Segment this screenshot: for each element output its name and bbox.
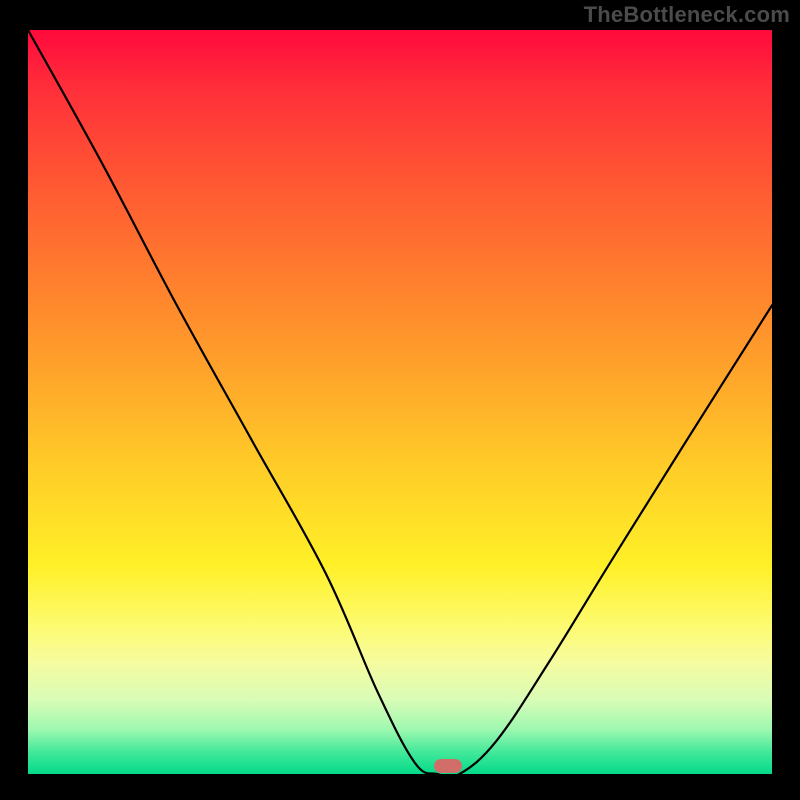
- optimal-marker: [434, 759, 462, 773]
- curve-path: [28, 30, 772, 774]
- chart-frame: TheBottleneck.com: [0, 0, 800, 800]
- watermark-text: TheBottleneck.com: [584, 2, 790, 28]
- plot-area: [28, 30, 772, 774]
- bottleneck-curve: [28, 30, 772, 774]
